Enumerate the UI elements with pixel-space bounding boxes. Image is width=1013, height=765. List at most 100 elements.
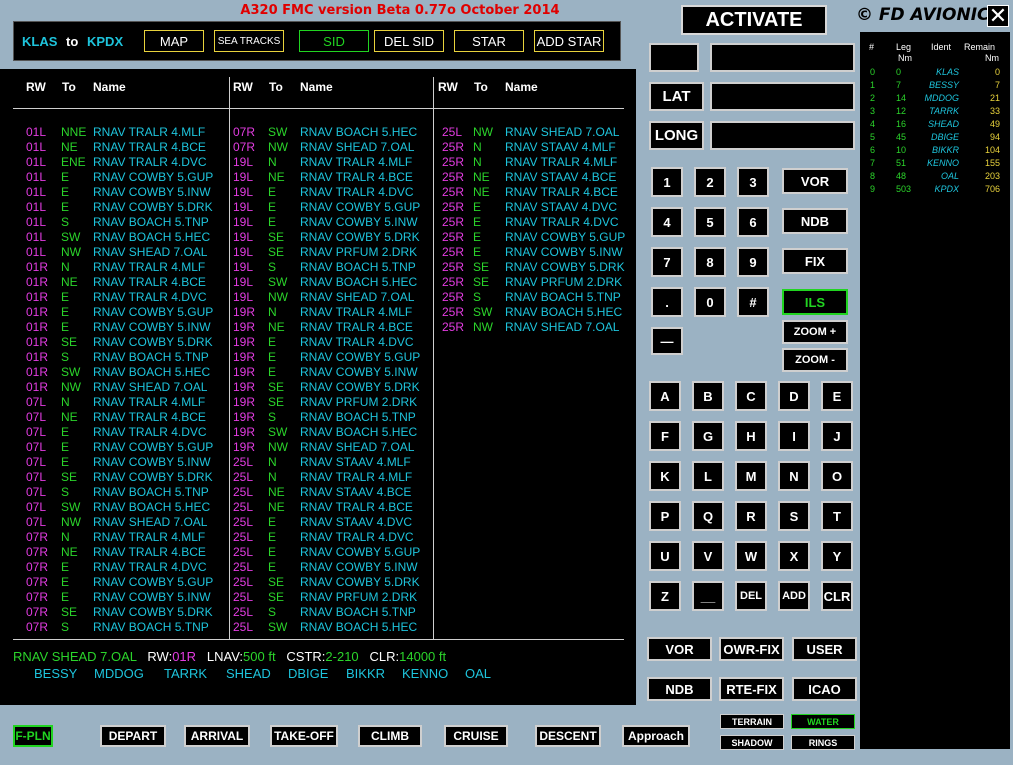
db-rte-fix-button[interactable]: RTE-FIX <box>719 677 784 701</box>
nav-ils-button[interactable]: ILS <box>782 289 848 315</box>
sid-row[interactable]: 25L NE RNAV STAAV 4.BCE <box>233 485 433 500</box>
sid-row[interactable]: 19L E RNAV TRALR 4.DVC <box>233 185 433 200</box>
sid-row[interactable]: 25R N RNAV STAAV 4.MLF <box>438 140 638 155</box>
key-2[interactable]: 2 <box>694 167 726 197</box>
tab-take-off[interactable]: TAKE-OFF <box>270 725 338 747</box>
key-dot[interactable]: . <box>651 287 683 317</box>
sid-row[interactable]: 19R SW RNAV BOACH 5.HEC <box>233 425 433 440</box>
toggle-rings[interactable]: RINGS <box>791 735 855 750</box>
db-user-button[interactable]: USER <box>792 637 857 661</box>
sid-row[interactable]: 19L N RNAV TRALR 4.MLF <box>233 155 433 170</box>
nav-ndb-button[interactable]: NDB <box>782 208 848 234</box>
key-t[interactable]: T <box>821 501 853 531</box>
leg-row[interactable]: 3 12 TARRK 33 <box>860 106 1010 118</box>
sid-row[interactable]: 19L S RNAV BOACH 5.TNP <box>233 260 433 275</box>
long-field[interactable] <box>710 121 855 150</box>
sid-row[interactable]: 25R E RNAV STAAV 4.DVC <box>438 200 638 215</box>
sid-row[interactable]: 19L NW RNAV SHEAD 7.OAL <box>233 290 433 305</box>
sid-row[interactable]: 19L SE RNAV COWBY 5.DRK <box>233 230 433 245</box>
sid-row[interactable]: 19R SE RNAV PRFUM 2.DRK <box>233 395 433 410</box>
key-hash[interactable]: # <box>737 287 769 317</box>
sid-row[interactable]: 01R SE RNAV COWBY 5.DRK <box>26 335 226 350</box>
key-d[interactable]: D <box>778 381 810 411</box>
sid-row[interactable]: 25R E RNAV COWBY 5.GUP <box>438 230 638 245</box>
sid-row[interactable]: 07R E RNAV COWBY 5.INW <box>26 590 226 605</box>
sid-row[interactable]: 25R NE RNAV STAAV 4.BCE <box>438 170 638 185</box>
sid-row[interactable]: 19R NW RNAV SHEAD 7.OAL <box>233 440 433 455</box>
key-3[interactable]: 3 <box>737 167 769 197</box>
key-p[interactable]: P <box>649 501 681 531</box>
sid-row[interactable]: 01L S RNAV BOACH 5.TNP <box>26 215 226 230</box>
activate-button[interactable]: ACTIVATE <box>681 5 827 35</box>
top-btn-sid[interactable]: SID <box>299 30 369 52</box>
key-9[interactable]: 9 <box>737 247 769 277</box>
key-w[interactable]: W <box>735 541 767 571</box>
sid-row[interactable]: 25R SE RNAV COWBY 5.DRK <box>438 260 638 275</box>
sid-row[interactable]: 07R NE RNAV TRALR 4.BCE <box>26 545 226 560</box>
key-l[interactable]: L <box>692 461 724 491</box>
db-vor-button[interactable]: VOR <box>647 637 712 661</box>
sid-row[interactable]: 25L E RNAV COWBY 5.INW <box>233 560 433 575</box>
leg-row[interactable]: 5 45 DBIGE 94 <box>860 132 1010 144</box>
key-o[interactable]: O <box>821 461 853 491</box>
sid-row[interactable]: 01L E RNAV COWBY 5.DRK <box>26 200 226 215</box>
key-q[interactable]: Q <box>692 501 724 531</box>
sid-row[interactable]: 01L SW RNAV BOACH 5.HEC <box>26 230 226 245</box>
key-a[interactable]: A <box>649 381 681 411</box>
sid-row[interactable]: 25L E RNAV COWBY 5.GUP <box>233 545 433 560</box>
sid-row[interactable]: 01R E RNAV COWBY 5.INW <box>26 320 226 335</box>
sid-row[interactable]: 07L SE RNAV COWBY 5.DRK <box>26 470 226 485</box>
key-add[interactable]: ADD <box>778 581 810 611</box>
leg-row[interactable]: 2 14 MDDOG 21 <box>860 93 1010 105</box>
sid-row[interactable]: 25R SW RNAV BOACH 5.HEC <box>438 305 638 320</box>
key-v[interactable]: V <box>692 541 724 571</box>
top-btn-sea-tracks[interactable]: SEA TRACKS <box>214 30 284 52</box>
sid-row[interactable]: 07R E RNAV TRALR 4.DVC <box>26 560 226 575</box>
tab-f-pln[interactable]: F-PLN <box>13 725 53 747</box>
sid-row[interactable]: 25L NE RNAV TRALR 4.BCE <box>233 500 433 515</box>
close-icon[interactable]: ✕ <box>987 5 1009 27</box>
sid-row[interactable]: 25L S RNAV BOACH 5.TNP <box>233 605 433 620</box>
sid-row[interactable]: 19L SE RNAV PRFUM 2.DRK <box>233 245 433 260</box>
key-1[interactable]: 1 <box>651 167 683 197</box>
sid-row[interactable]: 25R N RNAV TRALR 4.MLF <box>438 155 638 170</box>
leg-row[interactable]: 8 48 OAL 203 <box>860 171 1010 183</box>
sid-row[interactable]: 25R NE RNAV TRALR 4.BCE <box>438 185 638 200</box>
sid-row[interactable]: 07L NE RNAV TRALR 4.BCE <box>26 410 226 425</box>
key-0[interactable]: 0 <box>694 287 726 317</box>
sid-row[interactable]: 01R S RNAV BOACH 5.TNP <box>26 350 226 365</box>
toggle-shadow[interactable]: SHADOW <box>720 735 784 750</box>
key-g[interactable]: G <box>692 421 724 451</box>
toggle-terrain[interactable]: TERRAIN <box>720 714 784 729</box>
tab-descent[interactable]: DESCENT <box>535 725 601 747</box>
sid-row[interactable]: 25L SE RNAV COWBY 5.DRK <box>233 575 433 590</box>
key-f[interactable]: F <box>649 421 681 451</box>
key-b[interactable]: B <box>692 381 724 411</box>
sid-row[interactable]: 01L NNE RNAV TRALR 4.MLF <box>26 125 226 140</box>
sid-row[interactable]: 07L SW RNAV BOACH 5.HEC <box>26 500 226 515</box>
tab-cruise[interactable]: CRUISE <box>444 725 508 747</box>
sid-row[interactable]: 07L N RNAV TRALR 4.MLF <box>26 395 226 410</box>
sid-row[interactable]: 25L E RNAV STAAV 4.DVC <box>233 515 433 530</box>
sid-row[interactable]: 01R E RNAV TRALR 4.DVC <box>26 290 226 305</box>
sid-row[interactable]: 01R N RNAV TRALR 4.MLF <box>26 260 226 275</box>
sid-row[interactable]: 19L SW RNAV BOACH 5.HEC <box>233 275 433 290</box>
sid-row[interactable]: 07L E RNAV COWBY 5.INW <box>26 455 226 470</box>
key-k[interactable]: K <box>649 461 681 491</box>
sid-row[interactable]: 19R E RNAV TRALR 4.DVC <box>233 335 433 350</box>
key-x[interactable]: X <box>778 541 810 571</box>
sid-row[interactable]: 01R E RNAV COWBY 5.GUP <box>26 305 226 320</box>
leg-row[interactable]: 1 7 BESSY 7 <box>860 80 1010 92</box>
top-btn-star[interactable]: STAR <box>454 30 524 52</box>
sid-row[interactable]: 07L E RNAV COWBY 5.GUP <box>26 440 226 455</box>
lat-field[interactable] <box>710 82 855 111</box>
zoom-out-button[interactable]: ZOOM - <box>782 348 848 372</box>
sid-row[interactable]: 01L E RNAV COWBY 5.INW <box>26 185 226 200</box>
sid-row[interactable]: 01L ENE RNAV TRALR 4.DVC <box>26 155 226 170</box>
key-z[interactable]: Z <box>649 581 681 611</box>
tab-approach[interactable]: Approach <box>622 725 690 747</box>
sid-row[interactable]: 07R N RNAV TRALR 4.MLF <box>26 530 226 545</box>
sid-row[interactable]: 25L N RNAV STAAV 4.MLF <box>233 455 433 470</box>
sid-row[interactable]: 01L NE RNAV TRALR 4.BCE <box>26 140 226 155</box>
sid-row[interactable]: 19R SE RNAV COWBY 5.DRK <box>233 380 433 395</box>
